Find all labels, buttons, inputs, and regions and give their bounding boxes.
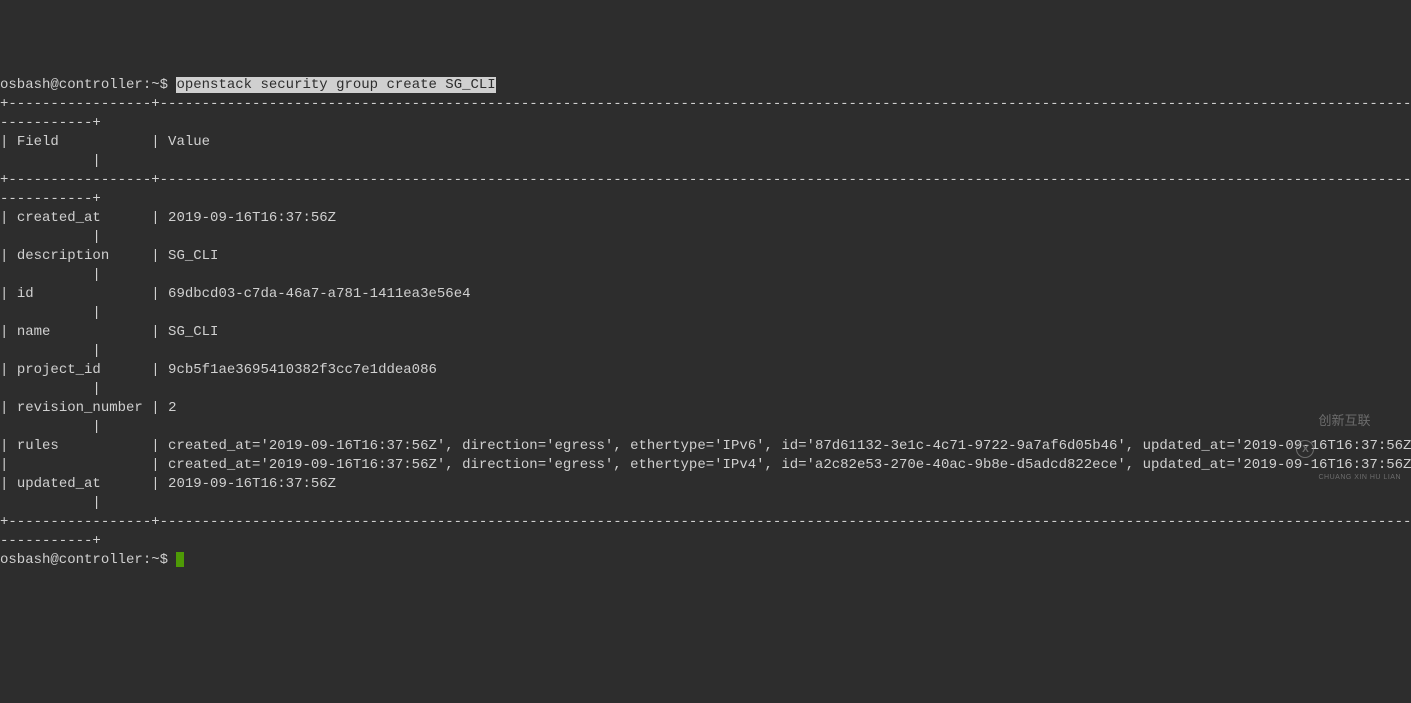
prompt-path: ~ <box>151 552 159 568</box>
prompt-user: osbash@controller <box>0 77 143 93</box>
table-border-wrap: -----------+ <box>0 533 101 549</box>
row-field: project_id <box>17 362 101 378</box>
cursor <box>176 552 184 567</box>
header-value: Value <box>168 134 210 150</box>
row-value: SG_CLI <box>168 324 218 340</box>
watermark: X 创新互联 CHUANG XIN HU LIAN <box>1296 373 1401 525</box>
table-border-wrap: -----------+ <box>0 115 101 131</box>
prompt-user: osbash@controller <box>0 552 143 568</box>
table-border-mid: +-----------------+---------------------… <box>0 172 1411 188</box>
table-border-wrap: -----------+ <box>0 191 101 207</box>
row-value: 2019-09-16T16:37:56Z <box>168 476 336 492</box>
row-value: 2 <box>168 400 176 416</box>
table-border-bottom: +-----------------+---------------------… <box>0 514 1411 530</box>
terminal-output: osbash@controller:~$ openstack security … <box>0 76 1411 570</box>
command-text: openstack security group create SG_CLI <box>176 77 495 93</box>
row-field: description <box>17 248 109 264</box>
watermark-text: 创新互联 <box>1318 411 1401 430</box>
row-field: rules <box>17 438 59 454</box>
row-value: 69dbcd03-c7da-46a7-a781-1411ea3e56e4 <box>168 286 470 302</box>
row-field: created_at <box>17 210 101 226</box>
row-value: created_at='2019-09-16T16:37:56Z', direc… <box>168 457 1411 473</box>
prompt-line: osbash@controller:~$ <box>0 77 176 93</box>
watermark-subtext: CHUANG XIN HU LIAN <box>1318 468 1401 487</box>
row-value: 2019-09-16T16:37:56Z <box>168 210 336 226</box>
table-border-top: +-----------------+---------------------… <box>0 96 1411 112</box>
row-field: id <box>17 286 34 302</box>
watermark-icon: X <box>1296 440 1314 458</box>
row-value: 9cb5f1ae3695410382f3cc7e1ddea086 <box>168 362 437 378</box>
prompt-line-2[interactable]: osbash@controller:~$ <box>0 552 176 568</box>
row-field: name <box>17 324 51 340</box>
prompt-symbol: $ <box>160 552 168 568</box>
row-value: created_at='2019-09-16T16:37:56Z', direc… <box>168 438 1411 454</box>
row-value: SG_CLI <box>168 248 218 264</box>
prompt-symbol: $ <box>160 77 168 93</box>
prompt-path: ~ <box>151 77 159 93</box>
header-field: Field <box>17 134 59 150</box>
row-field: revision_number <box>17 400 143 416</box>
row-field: updated_at <box>17 476 101 492</box>
